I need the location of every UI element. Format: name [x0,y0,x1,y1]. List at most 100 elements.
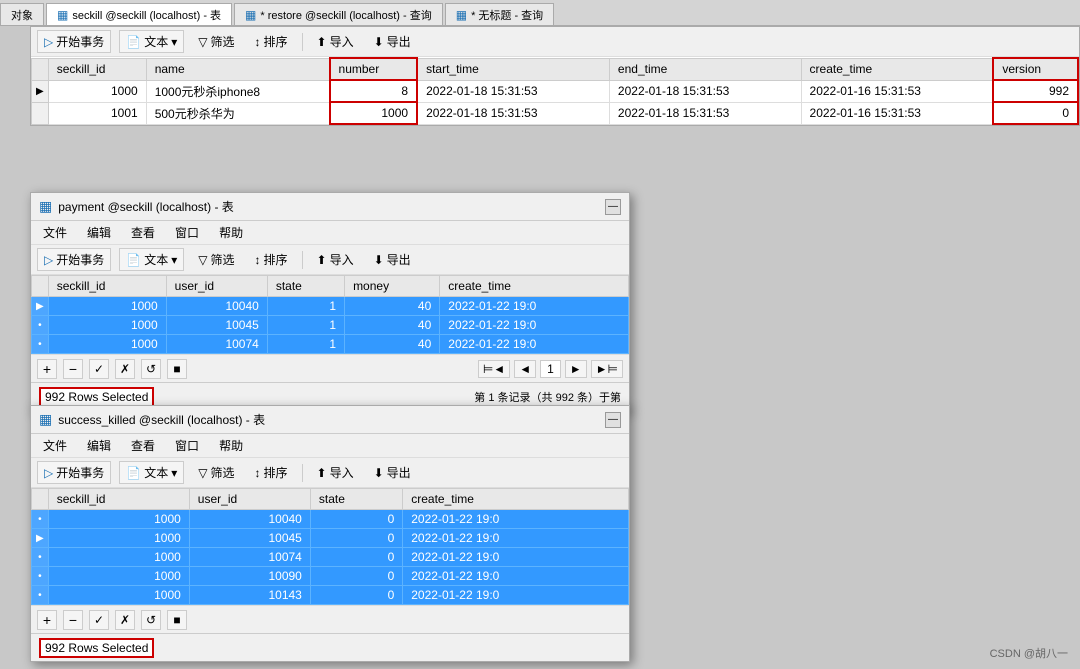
payment-toolbar: ▷ 开始事务 📄 文本 ▾ ▽ 筛选 ↕ 排序 ⬆ 导入 ⬇ 导出 [31,245,629,275]
add-row-btn[interactable]: + [37,359,57,379]
suc-begin-transaction-btn[interactable]: ▷ 开始事务 [37,461,111,484]
success-statusbar: 992 Rows Selected [31,633,629,661]
table-icon: ▦ [57,8,68,22]
success-menu-window[interactable]: 窗口 [171,435,203,456]
suc-sort-icon: ↕ [255,466,261,480]
suc-sort-btn[interactable]: ↕ 排序 [249,462,294,483]
tab-seckill-table[interactable]: ▦ seckill @seckill (localhost) - 表 [46,3,232,25]
suc-import-btn[interactable]: ⬆ 导入 [311,462,360,483]
page-number[interactable]: 1 [540,360,561,378]
suc-delete-row-btn[interactable]: − [63,610,83,630]
suc-col-seckill-id: seckill_id [48,489,189,510]
suc-col-state: state [310,489,402,510]
table-row[interactable]: 1001 500元秒杀华为 1000 2022-01-18 15:31:53 2… [32,102,1079,124]
page-prev-btn[interactable]: ◄ [514,360,536,378]
table-row[interactable]: • 1000 10090 0 2022-01-22 19:0 [32,567,629,586]
filter-btn[interactable]: ▽ 筛选 [192,31,240,52]
success-table-icon: ▦ [39,411,52,428]
pay-sort-btn[interactable]: ↕ 排序 [249,249,294,270]
payment-actions-bar: + − ✓ ✗ ↺ ■ ⊨◄ ◄ 1 ► ►⊨ [31,354,629,382]
success-menu-edit[interactable]: 编辑 [83,435,115,456]
success-actions-bar: + − ✓ ✗ ↺ ■ [31,605,629,633]
tab-restore-query[interactable]: ▦ * restore @seckill (localhost) - 查询 [234,3,443,25]
table-row[interactable]: ▶ 1000 10040 1 40 2022-01-22 19:0 [32,297,629,316]
suc-filter-icon: ▽ [198,466,207,480]
success-toolbar: ▷ 开始事务 📄 文本 ▾ ▽ 筛选 ↕ 排序 ⬆ 导入 ⬇ 导出 [31,458,629,488]
menu-view[interactable]: 查看 [127,222,159,243]
payment-status-text: 992 Rows Selected [39,387,154,407]
page-next-btn[interactable]: ► [565,360,587,378]
pay-col-user-id: user_id [166,276,267,297]
pay-export-btn[interactable]: ⬇ 导出 [368,249,417,270]
tab-restore-label: * restore @seckill (localhost) - 查询 [260,7,431,23]
export-btn[interactable]: ⬇ 导出 [368,31,417,52]
col-create-time: create_time [801,58,993,80]
import-btn[interactable]: ⬆ 导入 [311,31,360,52]
suc-import-icon: ⬆ [317,466,327,480]
cancel-edit-btn[interactable]: ✗ [115,359,135,379]
page-first-btn[interactable]: ⊨◄ [478,360,510,378]
col-start-time: start_time [417,58,609,80]
check-btn[interactable]: ✓ [89,359,109,379]
col-version: version [993,58,1078,80]
tab-objects[interactable]: 对象 [0,3,44,25]
pay-text-btn[interactable]: 📄 文本 ▾ [119,248,184,271]
success-menu-file[interactable]: 文件 [39,435,71,456]
pay-filter-icon: ▽ [198,253,207,267]
table-row[interactable]: • 1000 10143 0 2022-01-22 19:0 [32,586,629,605]
suc-check-btn[interactable]: ✓ [89,610,109,630]
success-menu-help[interactable]: 帮助 [215,435,247,456]
success-menu-view[interactable]: 查看 [127,435,159,456]
suc-stop-btn[interactable]: ■ [167,610,187,630]
success-minimize-btn[interactable]: — [605,412,621,428]
col-end-time: end_time [609,58,801,80]
payment-window: ▦ payment @seckill (localhost) - 表 — 文件 … [30,192,630,411]
pay-filter-btn[interactable]: ▽ 筛选 [192,249,240,270]
table-row[interactable]: ▶ 1000 10045 0 2022-01-22 19:0 [32,529,629,548]
payment-titlebar: ▦ payment @seckill (localhost) - 表 — [31,193,629,221]
suc-filter-btn[interactable]: ▽ 筛选 [192,462,240,483]
pay-col-money: money [345,276,440,297]
pay-import-btn[interactable]: ⬆ 导入 [311,249,360,270]
table-row[interactable]: • 1000 10045 1 40 2022-01-22 19:0 [32,316,629,335]
text-btn[interactable]: 📄 文本 ▾ [119,30,184,53]
table-row[interactable]: ▶ 1000 1000元秒杀iphone8 8 2022-01-18 15:31… [32,80,1079,102]
payment-minimize-btn[interactable]: — [605,199,621,215]
query-icon-1: ▦ [245,8,256,22]
delete-row-btn[interactable]: − [63,359,83,379]
page-last-btn[interactable]: ►⊨ [591,360,623,378]
pay-begin-transaction-btn[interactable]: ▷ 开始事务 [37,248,111,271]
suc-export-btn[interactable]: ⬇ 导出 [368,462,417,483]
filter-icon: ▽ [198,35,207,49]
pay-text-icon: 📄 [126,253,141,267]
tab-untitled-query[interactable]: ▦ * 无标题 - 查询 [445,3,554,25]
col-name: name [146,58,329,80]
suc-col-user-id: user_id [189,489,310,510]
menu-edit[interactable]: 编辑 [83,222,115,243]
menu-window[interactable]: 窗口 [171,222,203,243]
seckill-toolbar: ▷ 开始事务 📄 文本 ▾ ▽ 筛选 ↕ 排序 ⬆ 导入 ⬇ 导出 [31,27,1079,57]
refresh-btn[interactable]: ↺ [141,359,161,379]
suc-export-icon: ⬇ [374,466,384,480]
suc-add-row-btn[interactable]: + [37,610,57,630]
table-row[interactable]: • 1000 10040 0 2022-01-22 19:0 [32,510,629,529]
menu-help[interactable]: 帮助 [215,222,247,243]
success-data-table: seckill_id user_id state create_time • 1… [31,488,629,605]
suc-text-btn[interactable]: 📄 文本 ▾ [119,461,184,484]
suc-refresh-btn[interactable]: ↺ [141,610,161,630]
menu-file[interactable]: 文件 [39,222,71,243]
pay-transaction-icon: ▷ [44,253,53,267]
suc-col-create-time: create_time [403,489,629,510]
payment-table-icon: ▦ [39,198,52,215]
stop-btn[interactable]: ■ [167,359,187,379]
payment-pagination-text: 第 1 条记录（共 992 条）于第 [474,389,621,405]
table-row[interactable]: • 1000 10074 0 2022-01-22 19:0 [32,548,629,567]
tab-seckill-label: seckill @seckill (localhost) - 表 [72,7,221,23]
suc-text-icon: 📄 [126,466,141,480]
sort-btn[interactable]: ↕ 排序 [249,31,294,52]
text-dropdown-icon: ▾ [171,35,177,49]
suc-cancel-edit-btn[interactable]: ✗ [115,610,135,630]
begin-transaction-btn[interactable]: ▷ 开始事务 [37,30,111,53]
success-window-title: success_killed @seckill (localhost) - 表 [58,411,265,428]
table-row[interactable]: • 1000 10074 1 40 2022-01-22 19:0 [32,335,629,354]
